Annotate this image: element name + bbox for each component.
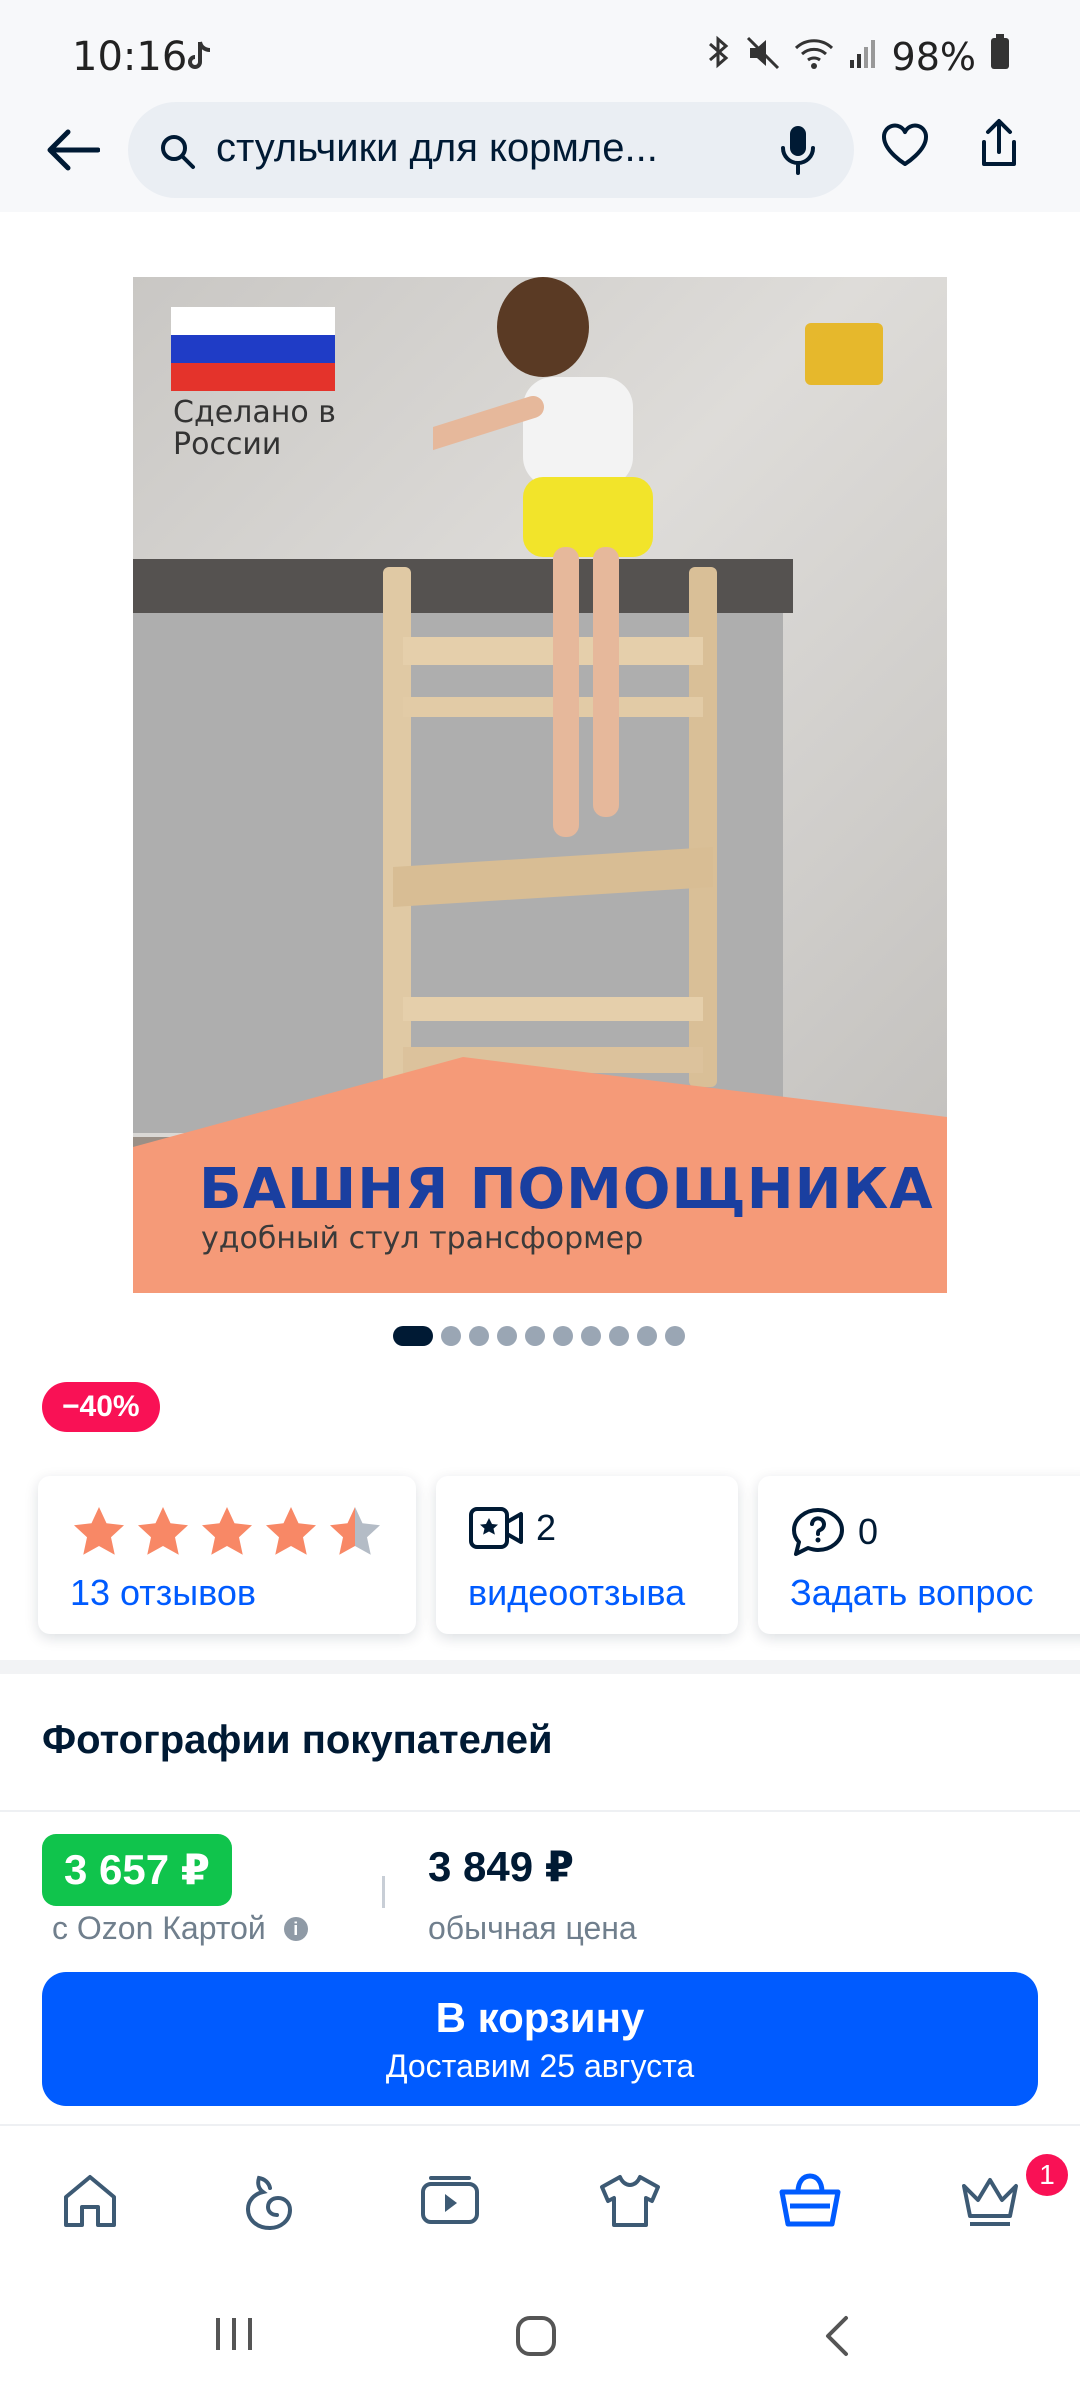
discount-badge: −40% bbox=[42, 1382, 160, 1432]
wifi-icon bbox=[794, 35, 834, 79]
image-carousel-dots[interactable] bbox=[393, 1326, 685, 1346]
battery-level: 98% bbox=[891, 34, 976, 79]
video-reviews-link[interactable]: видеоотзыва bbox=[468, 1572, 685, 1614]
star-icon bbox=[74, 1507, 124, 1555]
carousel-dot[interactable] bbox=[553, 1326, 573, 1346]
bluetooth-icon bbox=[706, 34, 732, 79]
info-icon[interactable]: i bbox=[283, 1916, 308, 1941]
star-icon bbox=[202, 1507, 252, 1555]
ozon-card-label-row: с Ozon Картой i bbox=[52, 1910, 308, 1947]
carousel-dot[interactable] bbox=[393, 1326, 433, 1346]
carousel-dot[interactable] bbox=[497, 1326, 517, 1346]
bottom-navigation bbox=[0, 2126, 1080, 2276]
fresh-icon bbox=[245, 2175, 293, 2230]
child-figure bbox=[433, 277, 653, 837]
nav-fresh[interactable] bbox=[230, 2166, 310, 2236]
clothes-icon bbox=[600, 2175, 660, 2227]
share-icon[interactable] bbox=[976, 118, 1022, 175]
status-time: 10:16 bbox=[72, 34, 188, 80]
back-arrow-icon bbox=[47, 129, 100, 171]
search-input[interactable]: стульчики для кормле... bbox=[128, 102, 854, 198]
half-star-icon bbox=[330, 1507, 380, 1555]
video-icon bbox=[421, 2176, 479, 2224]
nav-cart[interactable] bbox=[770, 2166, 850, 2236]
carousel-dot[interactable] bbox=[441, 1326, 461, 1346]
cart-icon bbox=[779, 2173, 841, 2227]
section-divider bbox=[0, 1660, 1080, 1674]
add-to-cart-label: В корзину bbox=[435, 1994, 645, 2041]
carousel-dot[interactable] bbox=[637, 1326, 657, 1346]
video-count: 2 bbox=[536, 1507, 557, 1548]
add-to-cart-button[interactable]: В корзину Доставим 25 августа bbox=[42, 1972, 1038, 2106]
star-icon bbox=[138, 1507, 188, 1555]
video-count-row: 2 bbox=[468, 1506, 556, 1550]
questions-card[interactable]: 0 Задать вопрос bbox=[758, 1476, 1080, 1634]
heart-icon[interactable] bbox=[880, 122, 930, 173]
notification-badge: 1 bbox=[1026, 2154, 1068, 2196]
rating-stars bbox=[68, 1502, 386, 1562]
tiktok-icon bbox=[184, 40, 214, 79]
russian-flag bbox=[171, 307, 335, 391]
section-divider bbox=[0, 1810, 1080, 1812]
recent-apps-icon[interactable] bbox=[212, 2314, 256, 2359]
home-button-icon[interactable] bbox=[514, 2314, 558, 2363]
ask-question-link[interactable]: Задать вопрос bbox=[790, 1572, 1034, 1614]
battery-icon bbox=[990, 34, 1010, 79]
home-icon bbox=[64, 2175, 116, 2227]
nav-video[interactable] bbox=[410, 2166, 490, 2236]
question-count-row: 0 bbox=[790, 1506, 878, 1558]
brand-logo bbox=[805, 323, 883, 385]
ozon-card-price: 3 657 ₽ bbox=[42, 1834, 232, 1906]
system-navigation-bar bbox=[0, 2276, 1080, 2400]
search-header: стульчики для кормле... bbox=[0, 88, 1080, 212]
mic-icon[interactable] bbox=[778, 124, 818, 183]
price-separator bbox=[382, 1876, 385, 1908]
regular-price-label: обычная цена bbox=[428, 1910, 637, 1946]
search-query: стульчики для кормле... bbox=[216, 126, 658, 170]
regular-price: 3 849 ₽ bbox=[428, 1843, 574, 1890]
video-star-icon bbox=[469, 1507, 523, 1549]
product-info-cards: 13 отзывов 2 видеоотзыва 0 Задать вопрос bbox=[0, 1460, 1080, 1670]
status-icons: 98% bbox=[706, 34, 1010, 79]
ozon-card-label: с Ozon Картой bbox=[52, 1910, 266, 1946]
carousel-dot[interactable] bbox=[609, 1326, 629, 1346]
banner-subtitle: удобный стул трансформер bbox=[201, 1221, 644, 1256]
signal-icon bbox=[848, 35, 878, 79]
product-image[interactable]: Сделано в России БАШНЯ ПОМОЩНИКА удобный… bbox=[133, 277, 947, 1293]
reviews-link[interactable]: 13 отзывов bbox=[70, 1572, 256, 1614]
premium-icon bbox=[962, 2178, 1018, 2226]
carousel-dot[interactable] bbox=[525, 1326, 545, 1346]
star-icon bbox=[266, 1507, 316, 1555]
customer-photos-title[interactable]: Фотографии покупателей bbox=[42, 1718, 553, 1763]
video-reviews-card[interactable]: 2 видеоотзыва bbox=[436, 1476, 738, 1634]
status-bar: 10:16 98% bbox=[0, 0, 1080, 88]
delivery-date-label: Доставим 25 августа bbox=[385, 2048, 695, 2084]
question-bubble-icon bbox=[792, 1508, 844, 1556]
rating-card[interactable]: 13 отзывов bbox=[38, 1476, 416, 1634]
back-button[interactable] bbox=[36, 118, 108, 182]
system-back-icon[interactable] bbox=[822, 2314, 852, 2363]
carousel-dot[interactable] bbox=[581, 1326, 601, 1346]
carousel-dot[interactable] bbox=[469, 1326, 489, 1346]
nav-clothes[interactable] bbox=[590, 2166, 670, 2236]
nav-home[interactable] bbox=[50, 2166, 130, 2236]
nav-premium[interactable] bbox=[950, 2166, 1030, 2236]
banner-title: БАШНЯ ПОМОЩНИКА bbox=[199, 1157, 934, 1222]
search-icon bbox=[158, 132, 198, 177]
carousel-dot[interactable] bbox=[665, 1326, 685, 1346]
mute-icon bbox=[746, 35, 780, 79]
question-count: 0 bbox=[858, 1511, 879, 1552]
made-in-russia-label: Сделано в России bbox=[173, 395, 336, 462]
